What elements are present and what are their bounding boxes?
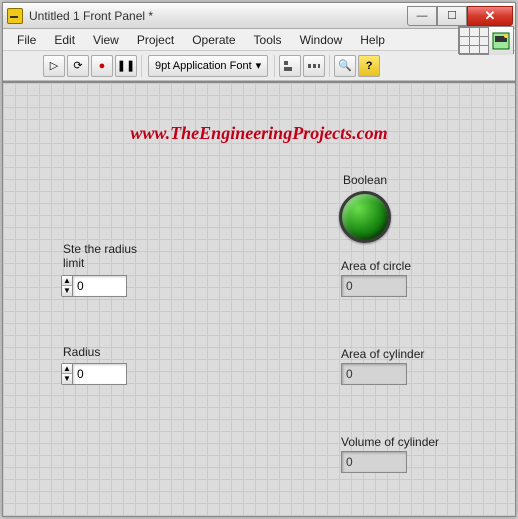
- vi-icon: [489, 27, 513, 55]
- menu-tools[interactable]: Tools: [246, 31, 290, 49]
- toolbar-divider: [329, 55, 330, 77]
- font-label: 9pt Application Font: [155, 60, 252, 72]
- menu-window[interactable]: Window: [292, 31, 351, 49]
- boolean-led[interactable]: [339, 191, 391, 243]
- font-selector[interactable]: 9pt Application Font ▾: [148, 55, 268, 77]
- spin-up-button[interactable]: ▲: [62, 364, 72, 374]
- menu-edit[interactable]: Edit: [46, 31, 83, 49]
- menu-file[interactable]: File: [9, 31, 44, 49]
- run-continuous-button[interactable]: ⟳: [67, 55, 89, 77]
- spinner: ▲ ▼: [61, 363, 73, 385]
- spin-down-button[interactable]: ▼: [62, 374, 72, 384]
- menu-view[interactable]: View: [85, 31, 127, 49]
- menu-project[interactable]: Project: [129, 31, 182, 49]
- pause-button[interactable]: ❚❚: [115, 55, 137, 77]
- run-button[interactable]: ▷: [43, 55, 65, 77]
- area-cylinder-indicator: 0: [341, 363, 407, 385]
- volume-cylinder-indicator: 0: [341, 451, 407, 473]
- menu-help[interactable]: Help: [352, 31, 393, 49]
- menu-operate[interactable]: Operate: [184, 31, 243, 49]
- area-cylinder-label: Area of cylinder: [341, 347, 424, 361]
- spin-up-button[interactable]: ▲: [62, 276, 72, 286]
- distribute-button[interactable]: [303, 55, 325, 77]
- toolbar-divider: [141, 55, 142, 77]
- titlebar[interactable]: Untitled 1 Front Panel * — ☐ ✕: [3, 3, 515, 29]
- abort-button[interactable]: ●: [91, 55, 113, 77]
- caret-down-icon: ▾: [256, 59, 262, 72]
- close-button[interactable]: ✕: [467, 6, 513, 26]
- spin-down-button[interactable]: ▼: [62, 286, 72, 296]
- area-circle-indicator: 0: [341, 275, 407, 297]
- radius-limit-label: Ste the radius limit: [63, 242, 137, 270]
- window-title: Untitled 1 Front Panel *: [29, 9, 407, 23]
- grid-icon: [459, 27, 489, 55]
- search-button[interactable]: 🔍: [334, 55, 356, 77]
- front-panel-canvas[interactable]: www.TheEngineeringProjects.com Ste the r…: [3, 81, 515, 516]
- radius-label: Radius: [63, 345, 100, 359]
- watermark-text: www.TheEngineeringProjects.com: [130, 123, 387, 144]
- boolean-label: Boolean: [343, 173, 387, 187]
- spinner: ▲ ▼: [61, 275, 73, 297]
- toolbar: ▷ ⟳ ● ❚❚ 9pt Application Font ▾ 🔍 ?: [3, 51, 515, 81]
- radius-limit-field[interactable]: 0: [73, 275, 127, 297]
- app-icon: [7, 8, 23, 24]
- radius-control[interactable]: ▲ ▼ 0: [61, 363, 127, 385]
- volume-cylinder-label: Volume of cylinder: [341, 435, 439, 449]
- help-button[interactable]: ?: [358, 55, 380, 77]
- align-button[interactable]: [279, 55, 301, 77]
- menubar: File Edit View Project Operate Tools Win…: [3, 29, 515, 51]
- maximize-button[interactable]: ☐: [437, 6, 467, 26]
- window: Untitled 1 Front Panel * — ☐ ✕ File Edit…: [2, 2, 516, 517]
- radius-limit-control[interactable]: ▲ ▼ 0: [61, 275, 127, 297]
- minimize-button[interactable]: —: [407, 6, 437, 26]
- toolbar-divider: [274, 55, 275, 77]
- radius-field[interactable]: 0: [73, 363, 127, 385]
- area-circle-label: Area of circle: [341, 259, 411, 273]
- panel-icon-editor[interactable]: [458, 26, 514, 54]
